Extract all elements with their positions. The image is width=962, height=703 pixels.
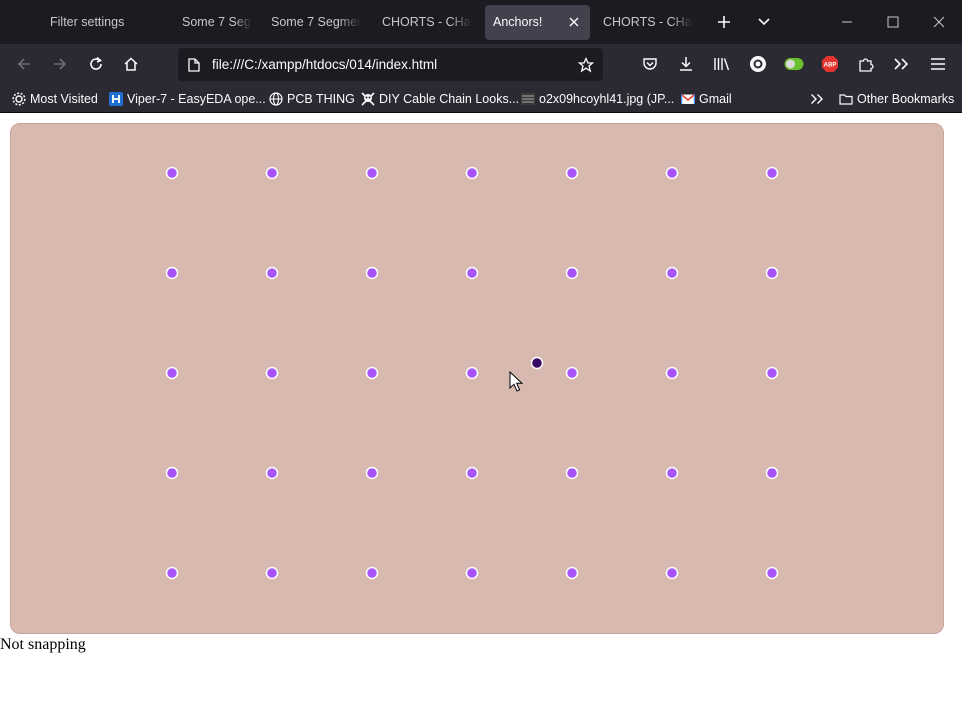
anchor-point[interactable] (265, 366, 279, 380)
bookmark-star-icon[interactable] (577, 56, 595, 74)
gmail-icon (681, 93, 695, 104)
anchor-point[interactable] (365, 466, 379, 480)
gear-icon (12, 92, 26, 106)
anchor-point[interactable] (765, 266, 779, 280)
globe-icon (269, 92, 283, 106)
anchor-point[interactable] (665, 166, 679, 180)
bookmark-viper-7[interactable]: Viper-7 - EasyEDA ope... (109, 86, 266, 112)
more-bookmarks-chevrons-icon[interactable] (808, 90, 826, 108)
anchor-point[interactable] (165, 166, 179, 180)
anchor-point[interactable] (465, 466, 479, 480)
maximize-icon[interactable] (883, 12, 903, 32)
close-window-icon[interactable] (929, 12, 949, 32)
anchor-point[interactable] (465, 166, 479, 180)
anchor-canvas[interactable] (10, 123, 944, 634)
tab-chorts-1[interactable]: CHORTS - CHart (382, 0, 472, 44)
anchor-point[interactable] (565, 366, 579, 380)
anchor-point[interactable] (165, 266, 179, 280)
bookmark-label: Gmail (699, 92, 732, 106)
anchor-point[interactable] (265, 166, 279, 180)
anchor-point[interactable] (365, 566, 379, 580)
tab-some-7-segment[interactable]: Some 7 Segment (271, 0, 361, 44)
anchor-point[interactable] (565, 266, 579, 280)
mouse-cursor-icon (509, 371, 523, 392)
anchor-point[interactable] (365, 166, 379, 180)
anchor-point[interactable] (565, 566, 579, 580)
anchor-point[interactable] (665, 566, 679, 580)
tab-strip: Filter settings Some 7 Segm Some 7 Segme… (0, 0, 962, 44)
easyeda-icon (109, 92, 123, 106)
bookmark-label: PCB THING (287, 92, 355, 106)
page-file-icon (186, 57, 202, 73)
minimize-icon[interactable] (837, 12, 857, 32)
overflow-menu-chevrons-icon[interactable] (891, 54, 911, 74)
anchor-point[interactable] (465, 266, 479, 280)
pocket-icon[interactable] (640, 54, 660, 74)
bookmark-gmail[interactable]: Gmail (681, 86, 732, 112)
anchor-point[interactable] (265, 566, 279, 580)
bookmark-label: Viper-7 - EasyEDA ope... (127, 92, 266, 106)
back-icon[interactable] (14, 54, 34, 74)
anchor-point[interactable] (165, 566, 179, 580)
bookmark-most-visited[interactable]: Most Visited (12, 86, 98, 112)
dragged-anchor-point[interactable] (530, 356, 544, 370)
anchor-point[interactable] (665, 366, 679, 380)
anchor-point[interactable] (665, 466, 679, 480)
url-text[interactable]: file:///C:/xampp/htdocs/014/index.html (212, 48, 437, 81)
anchor-point[interactable] (765, 566, 779, 580)
extensions-puzzle-icon[interactable] (856, 54, 876, 74)
anchor-point[interactable] (665, 266, 679, 280)
anchor-point[interactable] (365, 266, 379, 280)
anchor-point[interactable] (765, 466, 779, 480)
anchor-point[interactable] (465, 366, 479, 380)
new-tab-icon[interactable] (714, 12, 734, 32)
anchor-point[interactable] (765, 166, 779, 180)
tab-chorts-2[interactable]: CHORTS - CHart (603, 0, 693, 44)
skull-icon (361, 92, 375, 106)
tab-anchors-label: Anchors! (493, 15, 543, 29)
downloads-icon[interactable] (676, 54, 696, 74)
page-content: Not snapping (0, 113, 962, 703)
javascript-toggle-icon[interactable] (783, 54, 805, 74)
anchor-point[interactable] (265, 466, 279, 480)
forward-icon[interactable] (50, 54, 70, 74)
url-bar[interactable]: file:///C:/xampp/htdocs/014/index.html (178, 48, 603, 81)
anchor-point[interactable] (265, 266, 279, 280)
bookmark-o2x09-image[interactable]: o2x09hcoyhl41.jpg (JP... (521, 86, 674, 112)
bookmark-pcb-thing[interactable]: PCB THING (269, 86, 355, 112)
adblock-label: ABP (824, 63, 837, 69)
navigation-toolbar: file:///C:/xampp/htdocs/014/index.html A… (0, 44, 962, 86)
other-bookmarks-folder[interactable]: Other Bookmarks (839, 86, 954, 112)
library-icon[interactable] (712, 54, 732, 74)
adblock-plus-icon[interactable]: ABP (820, 54, 840, 74)
reload-icon[interactable] (86, 54, 106, 74)
folder-icon (839, 94, 853, 105)
home-icon[interactable] (121, 54, 141, 74)
close-tab-icon[interactable] (566, 14, 582, 30)
image-thumbnail-icon (521, 93, 535, 105)
hamburger-menu-icon[interactable] (928, 54, 948, 74)
anchor-point[interactable] (165, 466, 179, 480)
anchor-point[interactable] (565, 466, 579, 480)
anchor-grid (165, 166, 779, 580)
other-bookmarks-label: Other Bookmarks (857, 92, 955, 106)
bookmark-diy-cable-chain[interactable]: DIY Cable Chain Looks... (361, 86, 519, 112)
bookmarks-toolbar: Most Visited Viper-7 - EasyEDA ope... PC… (0, 86, 962, 113)
snap-status-text: Not snapping (0, 636, 86, 653)
list-tabs-chevron-icon[interactable] (754, 12, 774, 32)
anchor-point[interactable] (565, 166, 579, 180)
tab-filter-settings[interactable]: Filter settings (50, 0, 160, 44)
anchor-point[interactable] (765, 366, 779, 380)
bookmark-label: o2x09hcoyhl41.jpg (JP... (539, 92, 675, 106)
bookmark-label: Most Visited (30, 92, 98, 106)
extension-o-icon[interactable] (748, 54, 768, 74)
anchor-point[interactable] (365, 366, 379, 380)
tab-some-7-segm[interactable]: Some 7 Segm (182, 0, 252, 44)
anchor-point[interactable] (465, 566, 479, 580)
bookmark-label: DIY Cable Chain Looks... (379, 92, 520, 106)
anchor-point[interactable] (165, 366, 179, 380)
